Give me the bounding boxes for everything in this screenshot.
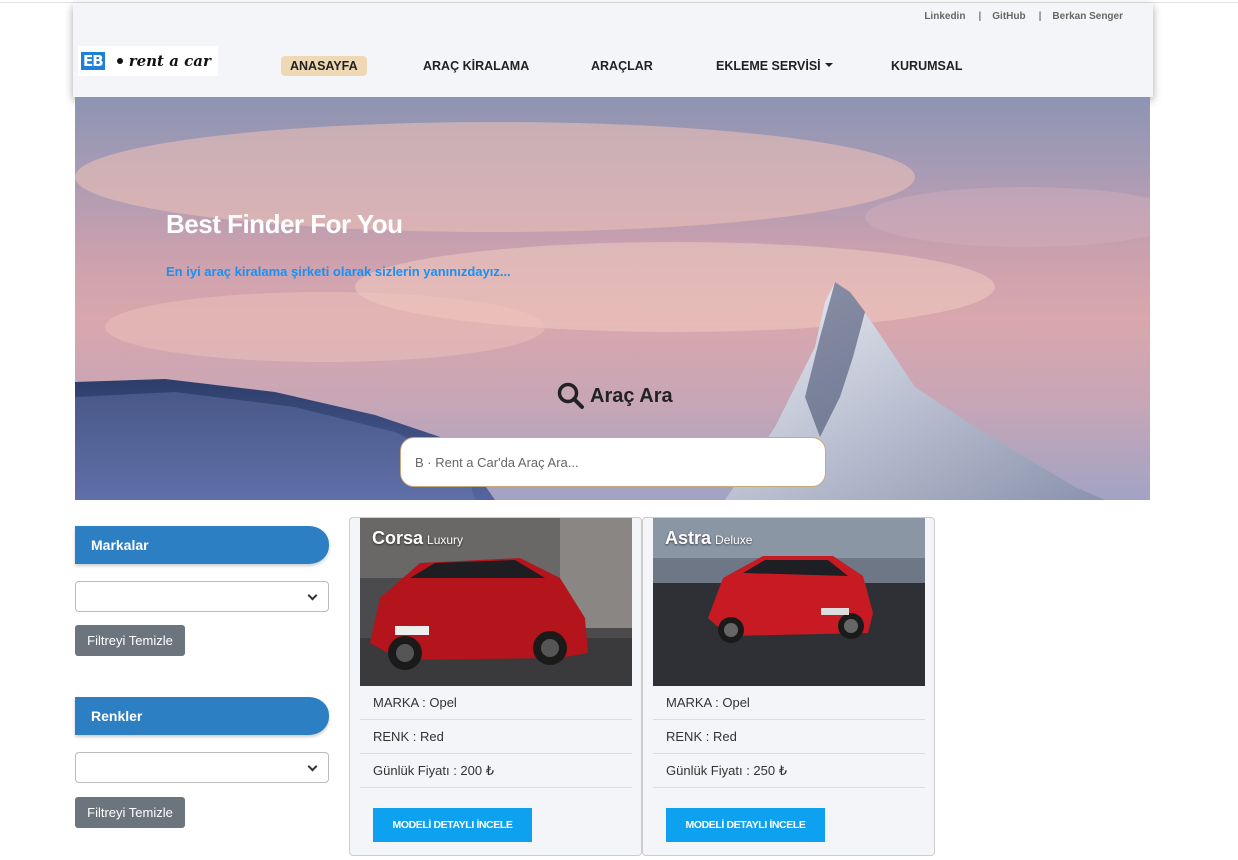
car-trim: Luxury	[427, 533, 464, 547]
car-image: Corsa Luxury	[360, 518, 632, 686]
car-color: RENK : Red	[360, 720, 632, 754]
nav-araclar[interactable]: ARAÇLAR	[591, 56, 653, 76]
car-card: Astra Deluxe MARKA : Opel RENK : Red Günl…	[642, 517, 935, 856]
search-icon	[557, 382, 584, 409]
author-link[interactable]: Berkan Senger	[1052, 11, 1123, 22]
car-price: Günlük Fiyatı : 200 ₺	[360, 754, 632, 788]
hero-subtitle: En iyi araç kiralama şirketi olarak sizl…	[166, 264, 511, 279]
car-search-input[interactable]	[400, 437, 826, 487]
clear-brand-filter-button[interactable]: Filtreyi Temizle	[75, 625, 185, 656]
nav-ekleme-servisi[interactable]: EKLEME SERVİSİ	[716, 56, 833, 76]
clear-color-filter-button[interactable]: Filtreyi Temizle	[75, 797, 185, 828]
hero-banner: Best Finder For You En iyi araç kiralama…	[75, 97, 1150, 500]
car-title: Astra Deluxe	[665, 528, 752, 549]
linkedin-link[interactable]: Linkedin	[924, 11, 965, 22]
nav-arac-kiralama[interactable]: ARAÇ KİRALAMA	[423, 56, 529, 76]
caret-down-icon	[824, 63, 833, 67]
navbar: Linkedin | GitHub | Berkan Senger EB ren…	[73, 3, 1153, 97]
brand-select[interactable]	[75, 581, 329, 612]
brands-heading: Markalar	[75, 526, 329, 564]
color-select[interactable]	[75, 752, 329, 783]
colors-heading: Renkler	[75, 697, 329, 735]
car-brand: MARKA : Opel	[360, 686, 632, 720]
view-details-button[interactable]: MODELİ DETAYLI İNCELE	[666, 808, 825, 842]
car-title: Corsa Luxury	[372, 528, 463, 549]
chevron-down-icon	[307, 590, 318, 601]
car-model: Corsa	[372, 528, 424, 548]
view-details-button[interactable]: MODELİ DETAYLI İNCELE	[373, 808, 532, 842]
car-model: Astra	[665, 528, 712, 548]
nav-ekleme-servisi-label: EKLEME SERVİSİ	[716, 59, 821, 73]
separator: |	[978, 11, 982, 22]
github-link[interactable]: GitHub	[992, 11, 1025, 22]
top-links: Linkedin | GitHub | Berkan Senger	[924, 11, 1123, 22]
car-trim: Deluxe	[715, 533, 753, 547]
search-heading: Araç Ara	[556, 381, 673, 411]
car-image: Astra Deluxe	[653, 518, 925, 686]
car-price: Günlük Fiyatı : 250 ₺	[653, 754, 925, 788]
nav-anasayfa[interactable]: ANASAYFA	[281, 56, 367, 76]
car-card: Corsa Luxury MARKA : Opel RENK : Red Günl…	[349, 517, 642, 856]
nav-kurumsal[interactable]: KURUMSAL	[891, 56, 963, 76]
hero-title: Best Finder For You	[166, 209, 403, 239]
search-heading-label: Araç Ara	[590, 384, 673, 407]
main-nav: ANASAYFA ARAÇ KİRALAMA ARAÇLAR EKLEME SE…	[73, 56, 1153, 78]
chevron-down-icon	[307, 761, 318, 772]
car-brand: MARKA : Opel	[653, 686, 925, 720]
separator: |	[1038, 11, 1042, 22]
car-color: RENK : Red	[653, 720, 925, 754]
